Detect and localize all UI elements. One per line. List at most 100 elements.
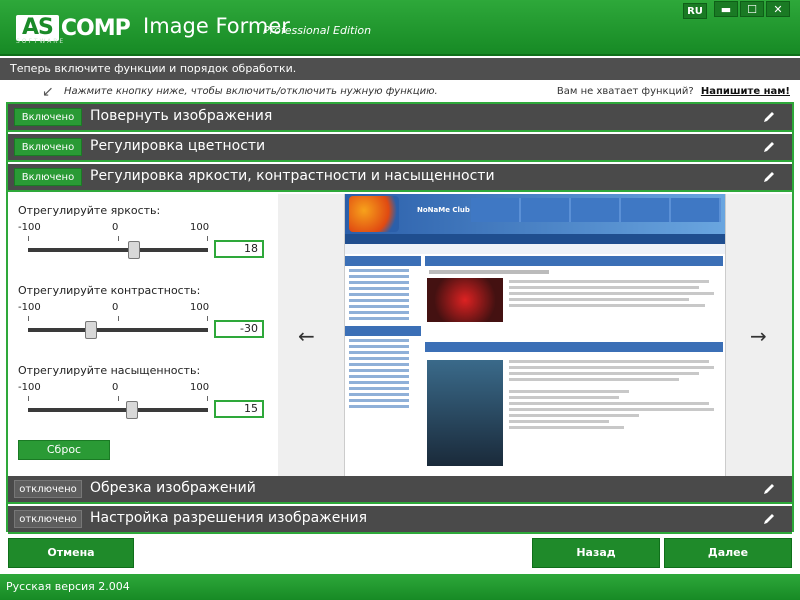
site-logo: NoNaMe Club xyxy=(417,206,470,214)
hint-text: Нажмите кнопку ниже, чтобы включить/откл… xyxy=(64,86,438,97)
contrast-slider-thumb[interactable] xyxy=(85,321,97,339)
minimize-button[interactable]: ▬ xyxy=(714,1,738,17)
sidebar-line xyxy=(349,399,409,402)
sidebar-line xyxy=(349,305,409,308)
adjustment-area: Отрегулируйте яркость: -100 0 100 18 Отр… xyxy=(8,194,792,476)
sidebar-line xyxy=(349,363,409,366)
text-line xyxy=(509,292,714,295)
section-color: Включено Регулировка цветности xyxy=(8,134,792,162)
edit-pencil-icon[interactable] xyxy=(762,512,776,526)
write-us-link[interactable]: Напишите нам! xyxy=(701,86,790,97)
cancel-button[interactable]: Отмена xyxy=(8,538,134,568)
toggle-resolution[interactable]: отключено xyxy=(14,510,82,528)
site-sub-bar xyxy=(345,244,725,254)
tick-mark xyxy=(118,316,119,321)
title-bar: AS COMP SOFTWARE Image Former Profession… xyxy=(0,0,800,56)
scale-max: 100 xyxy=(190,302,210,313)
edit-pencil-icon[interactable] xyxy=(762,110,776,124)
edit-pencil-icon[interactable] xyxy=(762,170,776,184)
functions-panel: Включено Повернуть изображения Включено … xyxy=(6,102,794,534)
scale-mid: 0 xyxy=(112,382,119,393)
step-instruction: Теперь включите функции и порядок обрабо… xyxy=(0,58,800,80)
toggle-rotate[interactable]: Включено xyxy=(14,108,82,126)
section-title-color: Регулировка цветности xyxy=(90,138,266,154)
toggle-color[interactable]: Включено xyxy=(14,138,82,156)
post-head xyxy=(425,256,723,266)
maximize-button[interactable]: ☐ xyxy=(740,1,764,17)
post-thumbnail-image xyxy=(427,278,503,322)
brightness-slider-thumb[interactable] xyxy=(128,241,141,259)
toggle-crop[interactable]: отключено xyxy=(14,480,82,498)
tick-mark xyxy=(207,236,208,241)
sidebar-line xyxy=(349,345,409,348)
scale-mid: 0 xyxy=(112,302,119,313)
reset-button[interactable]: Сброс xyxy=(18,440,110,460)
text-line xyxy=(509,408,714,411)
section-crop: отключено Обрезка изображений xyxy=(8,476,792,504)
section-title-brightness: Регулировка яркости, контрастности и нас… xyxy=(90,168,495,184)
contrast-value[interactable]: -30 xyxy=(214,320,264,338)
site-nav-grid xyxy=(471,198,721,222)
section-title-crop: Обрезка изображений xyxy=(90,480,256,496)
sidebar-line xyxy=(349,275,409,278)
sidebar-line xyxy=(349,339,409,342)
section-resolution: отключено Настройка разрешения изображен… xyxy=(8,506,792,534)
curved-arrow-icon: ↙ xyxy=(42,84,54,100)
movie-cover-image xyxy=(427,360,503,466)
next-button[interactable]: Далее xyxy=(664,538,792,568)
edit-pencil-icon[interactable] xyxy=(762,482,776,496)
missing-functions-text: Вам не хватает функций? xyxy=(556,86,694,97)
brightness-label: Отрегулируйте яркость: xyxy=(18,204,161,217)
hint-row: ↙ Нажмите кнопку ниже, чтобы включить/от… xyxy=(0,82,800,102)
next-image-arrow-icon[interactable]: → xyxy=(750,324,767,348)
text-line xyxy=(509,372,699,375)
tick-mark xyxy=(28,396,29,401)
saturation-slider-track[interactable] xyxy=(28,401,208,419)
sidebar-line xyxy=(349,317,409,320)
edit-pencil-icon[interactable] xyxy=(762,140,776,154)
text-line xyxy=(509,390,629,393)
scale-max: 100 xyxy=(190,382,210,393)
logo-tagline: SOFTWARE xyxy=(16,38,66,45)
sidebar-line xyxy=(349,351,409,354)
close-button[interactable]: ✕ xyxy=(766,1,790,17)
previous-image-arrow-icon[interactable]: ← xyxy=(298,324,315,348)
scale-max: 100 xyxy=(190,222,210,233)
adjustment-controls: Отрегулируйте яркость: -100 0 100 18 Отр… xyxy=(8,194,278,476)
sidebar-block-head xyxy=(345,256,421,266)
sidebar-line xyxy=(349,387,409,390)
sidebar-line xyxy=(349,287,409,290)
section-brightness: Включено Регулировка яркости, контрастно… xyxy=(8,164,792,192)
tick-mark xyxy=(118,236,119,241)
missing-functions: Вам не хватает функций? Напишите нам! xyxy=(557,86,790,97)
text-line xyxy=(509,402,709,405)
text-line xyxy=(509,298,689,301)
sidebar-line xyxy=(349,375,409,378)
sidebar-line xyxy=(349,381,409,384)
site-menu-bar xyxy=(345,234,725,244)
text-line xyxy=(509,286,699,289)
text-line xyxy=(509,420,609,423)
text-line xyxy=(509,414,639,417)
sidebar-block-head xyxy=(345,326,421,336)
sidebar-line xyxy=(349,269,409,272)
tick-mark xyxy=(28,236,29,241)
language-button[interactable]: RU xyxy=(683,3,707,19)
sidebar-line xyxy=(349,299,409,302)
back-button[interactable]: Назад xyxy=(532,538,660,568)
text-line xyxy=(509,280,709,283)
brightness-value[interactable]: 18 xyxy=(214,240,264,258)
brightness-slider-track[interactable] xyxy=(28,241,208,259)
scale-min: -100 xyxy=(18,302,41,313)
text-line xyxy=(509,366,714,369)
section-title-resolution: Настройка разрешения изображения xyxy=(90,510,368,526)
site-header-image: NoNaMe Club xyxy=(345,194,725,234)
image-preview: ← → NoNaMe Club xyxy=(278,194,792,476)
saturation-slider-thumb[interactable] xyxy=(125,401,138,419)
contrast-slider-track[interactable] xyxy=(28,321,208,339)
text-line xyxy=(509,378,679,381)
text-line xyxy=(509,304,705,307)
toggle-brightness[interactable]: Включено xyxy=(14,168,82,186)
tick-mark xyxy=(207,396,208,401)
saturation-value[interactable]: 15 xyxy=(214,400,264,418)
